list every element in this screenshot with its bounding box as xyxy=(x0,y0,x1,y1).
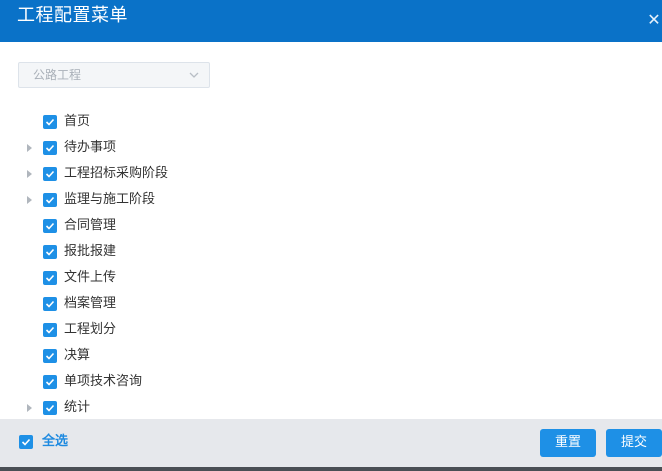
tree-item-label: 监理与施工阶段 xyxy=(64,192,156,207)
tree-item-checkbox[interactable] xyxy=(43,115,57,129)
close-icon[interactable]: ✕ xyxy=(646,10,662,30)
tree-item: 单项技术咨询 xyxy=(0,370,662,396)
checkbox-check-icon xyxy=(45,118,55,126)
tree-item-label: 工程招标采购阶段 xyxy=(64,166,169,181)
window-bottom-edge xyxy=(0,467,662,471)
checkbox-check-icon xyxy=(45,196,55,204)
tree-item: 工程划分 xyxy=(0,318,662,344)
tree-item-label: 统计 xyxy=(64,400,91,415)
tree-item-label: 报批报建 xyxy=(64,244,117,259)
checkbox-check-icon xyxy=(45,144,55,152)
checkbox-check-icon xyxy=(45,222,55,230)
select-all-checkbox[interactable] xyxy=(19,435,33,449)
tree-item-label: 档案管理 xyxy=(64,296,117,311)
checkbox-check-icon xyxy=(45,404,55,412)
checkbox-check-icon xyxy=(45,248,55,256)
tree-item-label: 首页 xyxy=(64,114,91,129)
checkbox-check-icon xyxy=(45,300,55,308)
reset-button[interactable]: 重置 xyxy=(540,429,596,457)
checkbox-check-icon xyxy=(45,326,55,334)
tree-item-checkbox[interactable] xyxy=(43,271,57,285)
checkbox-check-icon xyxy=(21,438,31,446)
tree-item-checkbox[interactable] xyxy=(43,297,57,311)
tree-item-label: 工程划分 xyxy=(64,322,117,337)
checkbox-check-icon xyxy=(45,378,55,386)
checkbox-check-icon xyxy=(45,274,55,282)
tree-item-label: 决算 xyxy=(64,348,91,363)
tree-item-checkbox[interactable] xyxy=(43,219,57,233)
project-type-select[interactable]: 公路工程 xyxy=(18,62,210,88)
tree-item: 报批报建 xyxy=(0,240,662,266)
tree-item-checkbox[interactable] xyxy=(43,323,57,337)
tree-item-label: 文件上传 xyxy=(64,270,117,285)
tree-item-checkbox[interactable] xyxy=(43,349,57,363)
tree-item-checkbox[interactable] xyxy=(43,375,57,389)
tree-item: 待办事项 xyxy=(0,136,662,162)
tree-item: 合同管理 xyxy=(0,214,662,240)
tree-item-checkbox[interactable] xyxy=(43,401,57,415)
tree-item-label: 单项技术咨询 xyxy=(64,374,143,389)
select-all-label[interactable]: 全选 xyxy=(42,432,68,452)
dialog-header: 工程配置菜单 ✕ xyxy=(0,0,662,42)
tree-item: 文件上传 xyxy=(0,266,662,292)
tree-item-checkbox[interactable] xyxy=(43,193,57,207)
submit-button[interactable]: 提交 xyxy=(606,429,662,457)
chevron-down-icon xyxy=(189,72,199,78)
dialog-footer: 全选 重置 提交 xyxy=(0,419,662,467)
tree-item-checkbox[interactable] xyxy=(43,141,57,155)
tree-item-label: 待办事项 xyxy=(64,140,117,155)
tree-item: 监理与施工阶段 xyxy=(0,188,662,214)
tree-item-checkbox[interactable] xyxy=(43,245,57,259)
caret-right-icon[interactable] xyxy=(27,170,32,178)
tree-item: 首页 xyxy=(0,110,662,136)
project-type-value: 公路工程 xyxy=(33,68,82,82)
tree-item: 决算 xyxy=(0,344,662,370)
checkbox-check-icon xyxy=(45,352,55,360)
checkbox-check-icon xyxy=(45,170,55,178)
tree-item: 档案管理 xyxy=(0,292,662,318)
tree-item-label: 合同管理 xyxy=(64,218,117,233)
tree-item-checkbox[interactable] xyxy=(43,167,57,181)
tree-item: 工程招标采购阶段 xyxy=(0,162,662,188)
dialog-title: 工程配置菜单 xyxy=(17,5,128,26)
caret-right-icon[interactable] xyxy=(27,196,32,204)
caret-right-icon[interactable] xyxy=(27,144,32,152)
caret-right-icon[interactable] xyxy=(27,404,32,412)
